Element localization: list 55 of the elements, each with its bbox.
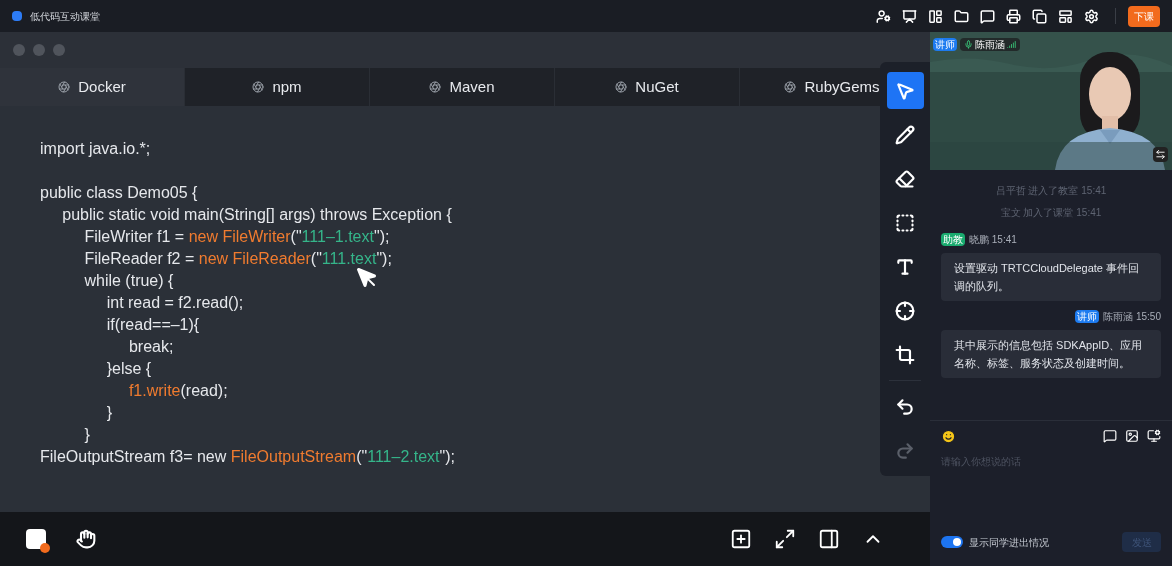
toggle-label: 显示同学进出情况 (969, 535, 1049, 550)
code-line: f1.write(read); (127, 381, 228, 401)
screen-settings-icon[interactable] (1147, 429, 1161, 443)
screen-icon[interactable] (902, 8, 917, 24)
role-badge: 讲师 (1075, 310, 1100, 323)
system-message: 宝文 加入了课堂 15:41 (999, 206, 1103, 220)
sender-info: 陈雨涵 15:50 (1103, 310, 1161, 324)
app-title: 低代码互动课堂 (30, 9, 100, 24)
code-line: } (105, 403, 113, 423)
code-line: while (true) { (83, 271, 174, 291)
code-line: public static void main(String[] args) throws Exception { (61, 205, 452, 225)
aperture-icon (615, 81, 628, 93)
code-line: } (83, 425, 90, 445)
aperture-icon (429, 81, 442, 93)
message-bubble: 其中展示的信息包括 SDKAppID、应用名称、标签、服务状态及创建时间。 (941, 330, 1161, 378)
role-badge: 助教 (941, 233, 965, 246)
mouse-cursor-icon (355, 266, 379, 290)
code-line: if(read==–1){ (105, 315, 200, 335)
message-bubble: 设置驱动 TRTCCloudDelegate 事件回调的队列。 (941, 253, 1161, 301)
signal-icon (1007, 40, 1016, 49)
aperture-icon (58, 81, 71, 93)
code-line: FileOutputStream f3= new FileOutputStream("111–2.text"); (40, 447, 455, 467)
settings-icon[interactable] (1084, 8, 1099, 24)
code-line: }else { (105, 359, 152, 379)
pointer-icon[interactable] (886, 72, 924, 109)
aperture-icon (784, 81, 797, 93)
speaker-name: 陈雨涵 (975, 38, 1005, 51)
code-line: FileWriter f1 = new FileWriter("111–1.text"); (83, 227, 390, 247)
app-logo-icon (12, 11, 22, 21)
role-badge: 讲师 (933, 38, 957, 51)
raise-hand-icon[interactable] (76, 529, 96, 549)
copy-icon[interactable] (1032, 8, 1047, 24)
code-line: import java.io.*; (40, 139, 151, 159)
user-settings-icon[interactable] (876, 8, 891, 24)
sender-info: 晓鹏 15:41 (969, 233, 1017, 247)
folder-icon[interactable] (954, 8, 969, 24)
layout-icon[interactable] (928, 8, 943, 24)
code-line: FileReader f2 = new FileReader("111.text"); (83, 249, 392, 269)
toggle-switch[interactable] (941, 536, 963, 548)
code-line: break; (127, 337, 174, 357)
emoji-icon[interactable] (941, 428, 956, 444)
add-window-icon[interactable] (730, 528, 752, 550)
side-panel-icon[interactable] (818, 528, 840, 550)
image-icon[interactable] (1125, 429, 1139, 443)
tab[interactable]: Docker (0, 68, 185, 106)
microphone-icon (964, 40, 973, 49)
switch-icon[interactable] (1153, 147, 1168, 162)
chat-icon[interactable] (980, 8, 995, 24)
printer-icon[interactable] (1006, 8, 1021, 24)
template-icon[interactable] (1058, 8, 1073, 24)
code-line: public class Demo05 { (40, 183, 198, 203)
code-line: int read = f2.read(); (105, 293, 244, 313)
fullscreen-icon[interactable] (774, 528, 796, 550)
system-message: 吕平哲 进入了教室 15:41 (994, 184, 1108, 198)
aperture-icon (252, 81, 265, 93)
